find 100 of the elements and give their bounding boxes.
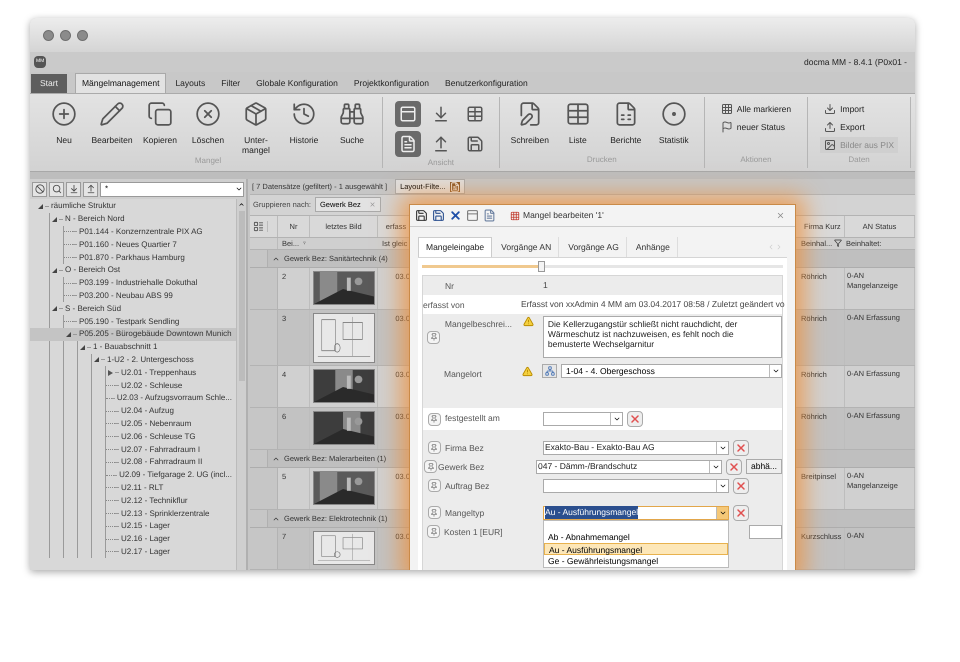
ribbon-tab[interactable]: Globale Konfiguration <box>249 74 345 93</box>
ribbon-tab[interactable]: Start <box>31 74 67 93</box>
dialog-tab[interactable]: Anhänge <box>628 237 678 257</box>
clear-button[interactable] <box>733 504 749 520</box>
expanded-icon[interactable] <box>50 306 59 312</box>
tree-item[interactable]: U2.13 - Sprinklerzentrale <box>106 507 236 520</box>
pin-button[interactable] <box>428 412 440 426</box>
dropdown-button[interactable] <box>716 442 728 454</box>
select-field[interactable]: Au - Ausführungsmangel <box>543 506 729 520</box>
tree-item[interactable]: U2.04 - Aufzug <box>106 404 236 418</box>
date-field[interactable] <box>543 412 623 426</box>
tree-item[interactable]: räumliche Struktur <box>36 200 236 213</box>
funnel-icon[interactable] <box>834 239 842 248</box>
dropdown-button[interactable] <box>610 413 622 425</box>
dialog-tab[interactable]: Mangeleingabe <box>418 237 492 257</box>
tree-item[interactable]: O - Bereich Ost <box>50 264 236 277</box>
dropdown-option[interactable]: Ab - Abnahmemangel <box>544 530 728 542</box>
column-chooser-icon[interactable] <box>253 220 264 232</box>
ribbon-button[interactable]: Neu <box>42 97 86 145</box>
ribbon-button[interactable]: Schreiben <box>508 97 552 145</box>
ribbon-tab[interactable]: Projektkonfiguration <box>346 74 436 93</box>
dropdown-button[interactable] <box>769 365 781 377</box>
ribbon-button[interactable]: Alle markieren <box>716 101 796 117</box>
scroll-up-icon[interactable] <box>238 201 245 208</box>
select-field[interactable]: 047 - Dämm-/Brandschutz <box>536 460 722 474</box>
window-control[interactable] <box>60 30 71 40</box>
cost-field[interactable] <box>749 524 782 538</box>
tree-item[interactable]: N - Bereich Nord <box>50 212 236 226</box>
clear-button[interactable] <box>627 411 643 427</box>
ribbon-button[interactable]: Export <box>820 119 898 135</box>
ribbon-button[interactable]: Statistik <box>652 97 696 145</box>
tree-item[interactable]: U2.03 - Aufzugsvorraum Schle... <box>106 392 236 405</box>
select-field[interactable]: Exakto-Bau - Exakto-Bau AG <box>543 440 729 454</box>
tree-tool-button[interactable] <box>83 182 98 196</box>
tree-filter-field[interactable]: * <box>100 182 244 196</box>
close-button[interactable] <box>776 211 785 220</box>
ribbon-tab[interactable]: Mängelmanagement <box>74 73 166 93</box>
ribbon-button[interactable]: Import <box>820 101 898 117</box>
ribbon-button[interactable]: Kopieren <box>138 97 182 145</box>
pin-button[interactable] <box>428 441 440 454</box>
window-control[interactable] <box>77 30 88 40</box>
tree-item[interactable]: U2.07 - Fahrradraum I <box>106 443 236 456</box>
splitter-handle[interactable] <box>538 261 546 272</box>
ribbon-tab[interactable]: Layouts <box>168 74 212 93</box>
tree-item[interactable]: U2.01 - Treppenhaus <box>106 366 236 380</box>
tree-item[interactable]: U2.11 - RLT <box>106 482 236 494</box>
dialog-tool-button[interactable] <box>414 208 428 222</box>
tree-item[interactable]: P01.870 - Parkhaus Hamburg <box>64 251 236 264</box>
tree-item[interactable]: 1 - Bauabschnitt 1 <box>78 340 236 354</box>
location-button[interactable] <box>542 364 557 378</box>
ribbon-button[interactable]: Löschen <box>186 97 230 145</box>
description-field[interactable]: Die Kellerzugangstür schließt nicht rauchdicht, der Wärmeschutz ist nachzuweisen, es fehlt noch die bemusterte Wechselgarnitur <box>542 316 782 358</box>
tree-item[interactable]: U2.16 - Lager <box>106 532 236 546</box>
ribbon-button[interactable]: neuer Status <box>716 119 796 135</box>
pin-button[interactable] <box>424 460 437 473</box>
view-toggle[interactable] <box>395 101 421 127</box>
clear-button[interactable] <box>733 440 749 456</box>
dropdown-button[interactable] <box>709 460 721 472</box>
dialog-tab[interactable]: Vorgänge AG <box>561 237 627 257</box>
tree-tool-button[interactable] <box>32 182 47 196</box>
pin-button[interactable] <box>427 525 440 538</box>
dropdown-button[interactable] <box>716 480 728 492</box>
tree-item[interactable]: U2.02 - Schleuse <box>106 379 236 392</box>
expanded-icon[interactable] <box>50 268 59 273</box>
tree-item[interactable]: P03.199 - Industriehalle Dokuthal <box>64 276 236 290</box>
tree-item[interactable]: U2.09 - Tiefgarage 2. UG (incl... <box>106 468 236 482</box>
tree-item[interactable]: P01.144 - Konzernzentrale PIX AG <box>64 226 236 238</box>
ribbon-button[interactable]: Bearbeiten <box>90 97 134 145</box>
dialog-tab[interactable]: Vorgänge AN <box>494 237 560 257</box>
ribbon-button[interactable]: Unter- mangel <box>234 97 278 155</box>
dialog-tool-button[interactable] <box>448 208 462 222</box>
tree-item[interactable]: 1-U2 - 2. Untergeschoss <box>92 354 236 366</box>
ribbon-button[interactable]: Suche <box>330 97 374 145</box>
dependency-button[interactable]: abhä... <box>746 459 782 474</box>
ribbon-tab[interactable]: Filter <box>214 74 248 93</box>
collapsed-icon[interactable] <box>106 370 115 376</box>
dialog-tool-button[interactable] <box>431 208 445 222</box>
view-toggle[interactable] <box>395 131 421 157</box>
ribbon-button[interactable]: Berichte <box>604 97 648 145</box>
clear-button[interactable] <box>726 458 742 474</box>
ribbon-tab[interactable]: Benutzerkonfiguration <box>438 74 535 93</box>
clear-button[interactable] <box>733 478 749 494</box>
tree-item[interactable]: U2.12 - Technikflur <box>106 494 236 508</box>
dropdown-button[interactable] <box>716 506 728 518</box>
tree-item[interactable]: S - Bereich Süd <box>50 302 236 316</box>
ribbon-button[interactable]: Historie <box>282 97 326 145</box>
tree-item[interactable]: U2.05 - Nebenraum <box>106 418 236 430</box>
tree-item[interactable]: P03.200 - Neubau ABS 99 <box>64 290 236 302</box>
scrollbar[interactable] <box>236 199 246 570</box>
select-field[interactable] <box>543 478 729 492</box>
tree-item[interactable]: U2.15 - Lager <box>106 520 236 533</box>
pin-button[interactable] <box>427 330 440 344</box>
tree-tool-button[interactable] <box>49 182 64 196</box>
dropdown-option[interactable]: Au - Ausführungsmangel <box>544 542 728 554</box>
location-field[interactable]: 1-04 - 4. Obergeschoss <box>561 364 782 378</box>
tree-tool-button[interactable] <box>66 182 81 196</box>
tree-item[interactable]: P01.160 - Neues Quartier 7 <box>64 238 236 252</box>
window-control[interactable] <box>43 30 54 40</box>
tree-item[interactable]: U2.17 - Lager <box>106 546 236 558</box>
dropdown-option[interactable]: Ge - Gewährleistungsmangel <box>544 554 728 566</box>
